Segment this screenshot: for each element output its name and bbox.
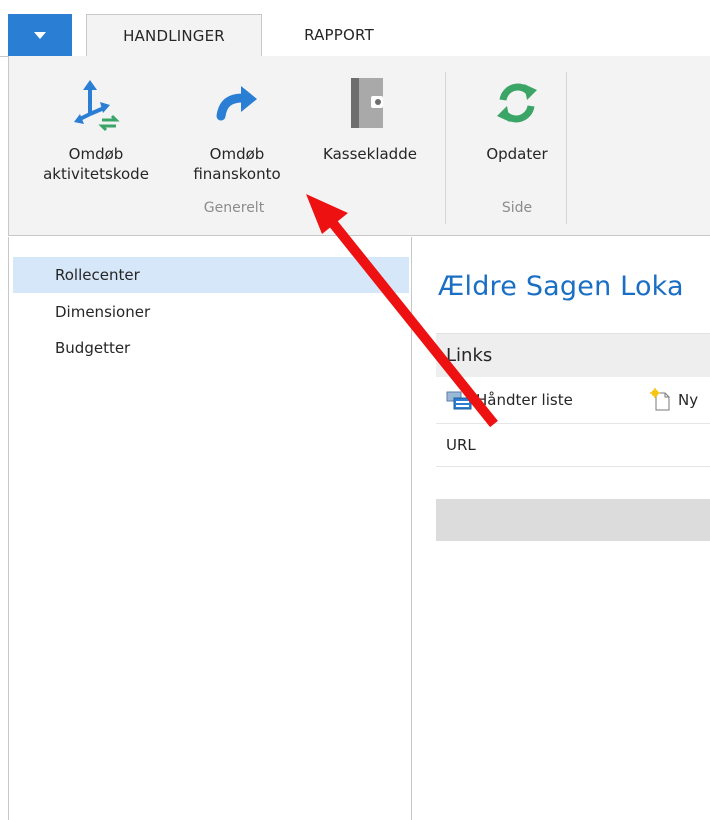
button-label: Omdøb (209, 145, 265, 163)
ribbon: Omdøb aktivitetskode Omdøb finanskonto K… (8, 56, 710, 236)
ribbon-tab-strip: HANDLINGER RAPPORT (0, 0, 710, 57)
button-label: Omdøb (68, 145, 124, 163)
tab-rapport[interactable]: RAPPORT (276, 14, 402, 56)
button-label: aktivitetskode (43, 165, 149, 183)
role-center-content: Ældre Sagen Loka Links Håndter liste Ny … (412, 237, 710, 820)
button-label: finanskonto (193, 165, 281, 183)
button-label: Opdater (486, 145, 548, 163)
app-window: HANDLINGER RAPPORT Omdøb aktivitetskode (0, 0, 710, 820)
manage-list-icon (446, 391, 472, 410)
links-part-header[interactable]: Links (436, 333, 710, 378)
new-document-icon (650, 388, 670, 411)
links-list-header: URL (436, 423, 710, 467)
column-header-url[interactable]: URL (446, 436, 476, 454)
page-title: Ældre Sagen Loka (438, 271, 684, 302)
empty-list-row[interactable] (436, 499, 710, 541)
journal-book-icon (351, 78, 383, 128)
links-toolbar: Håndter liste Ny (436, 377, 710, 423)
group-label-generelt: Generelt (203, 200, 265, 216)
button-label: Kassekladde (323, 145, 417, 163)
links-part-title: Links (446, 345, 493, 366)
refresh-icon (497, 83, 537, 123)
group-divider (445, 72, 446, 224)
arrow-right-icon (216, 86, 257, 121)
new-link-label: Ny (678, 391, 699, 409)
navigation-pane: Rollecenter Dimensioner Budgetter (8, 237, 412, 820)
rename-dimension-icon (74, 80, 120, 132)
application-menu-button[interactable] (8, 14, 72, 56)
group-label-side: Side (501, 200, 533, 216)
nav-item-dimensioner[interactable]: Dimensioner (13, 295, 409, 329)
caret-down-icon (34, 32, 46, 39)
group-divider (566, 72, 567, 224)
nav-item-rollecenter[interactable]: Rollecenter (13, 257, 409, 293)
nav-item-budgetter[interactable]: Budgetter (13, 331, 409, 365)
manage-list-label: Håndter liste (476, 391, 573, 409)
tab-handlinger[interactable]: HANDLINGER (86, 14, 262, 57)
